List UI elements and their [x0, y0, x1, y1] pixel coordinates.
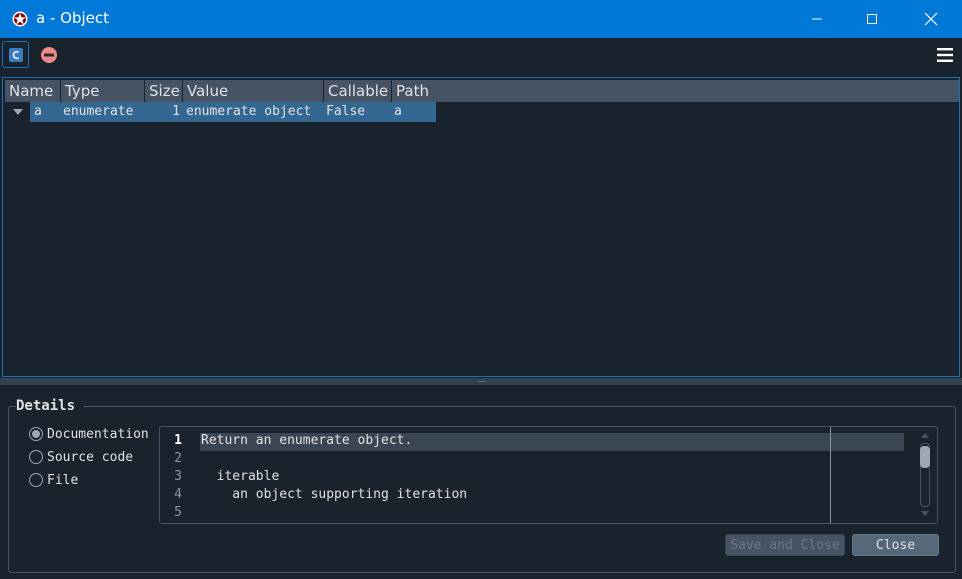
- app-logo-icon: [12, 11, 28, 27]
- scroll-up-arrow-icon[interactable]: [921, 433, 929, 438]
- toolbar: [0, 38, 962, 72]
- radio-documentation[interactable]: Documentation: [29, 425, 149, 443]
- object-tree[interactable]: Name Type Size Value Callable Path a enu…: [2, 77, 960, 377]
- radio-unchecked-icon: [29, 450, 43, 464]
- scroll-down-arrow-icon[interactable]: [921, 511, 929, 516]
- class-view-button[interactable]: [2, 41, 29, 68]
- documentation-editor[interactable]: 1 2 3 4 5 Return an enumerate object. it…: [159, 426, 938, 524]
- remove-button[interactable]: [38, 44, 60, 66]
- details-title: Details: [16, 398, 84, 414]
- column-header-value[interactable]: Value: [183, 80, 324, 102]
- radio-source-code[interactable]: Source code: [29, 448, 133, 466]
- edge-line-marker: [830, 427, 831, 523]
- tree-row[interactable]: a enumerate 1 enumerate object False a: [5, 102, 959, 122]
- radio-unchecked-icon: [29, 473, 43, 487]
- hamburger-menu-icon: [937, 48, 953, 62]
- class-view-icon: [8, 47, 23, 62]
- cell-name: a: [34, 104, 42, 119]
- tree-header: Name Type Size Value Callable Path: [5, 80, 959, 102]
- cell-value: enumerate object: [186, 104, 312, 119]
- code-line: Return an enumerate object.: [201, 433, 413, 448]
- close-icon: [924, 12, 938, 26]
- close-window-button[interactable]: [902, 0, 960, 38]
- code-line: an object supporting iteration: [201, 487, 468, 502]
- column-header-name[interactable]: Name: [5, 80, 61, 102]
- radio-label-source-code: Source code: [47, 449, 134, 465]
- line-number: 4: [174, 487, 182, 502]
- options-menu-button[interactable]: [934, 44, 956, 66]
- line-number: 3: [174, 469, 182, 484]
- column-header-size[interactable]: Size: [145, 80, 183, 102]
- column-header-callable[interactable]: Callable: [324, 80, 392, 102]
- scrollbar-thumb[interactable]: [920, 446, 930, 468]
- splitter-handle[interactable]: [0, 378, 962, 385]
- title-bar: a - Object: [0, 0, 962, 38]
- cell-callable: False: [326, 104, 366, 119]
- code-line: iterable: [201, 469, 280, 484]
- cell-type: enumerate: [63, 104, 134, 119]
- maximize-button[interactable]: [843, 0, 901, 38]
- cell-size: 1: [172, 104, 180, 119]
- window-title: a - Object: [36, 9, 109, 27]
- line-number: 2: [174, 451, 182, 466]
- collapse-arrow-icon[interactable]: [13, 109, 23, 115]
- save-and-close-button[interactable]: Save and Close: [725, 534, 845, 556]
- close-button[interactable]: Close: [852, 534, 939, 556]
- vertical-scrollbar[interactable]: [918, 431, 932, 519]
- radio-file[interactable]: File: [29, 471, 78, 489]
- line-number: 1: [174, 433, 182, 448]
- radio-label-file: File: [47, 472, 79, 488]
- splitter-grip: [478, 381, 486, 382]
- line-number-gutter: 1 2 3 4 5: [160, 427, 196, 523]
- remove-icon: [41, 47, 57, 63]
- line-number: 5: [174, 505, 182, 520]
- minimize-icon: [812, 18, 822, 20]
- radio-label-documentation: Documentation: [47, 426, 149, 442]
- radio-dot: [32, 430, 40, 438]
- radio-checked-icon: [29, 427, 43, 441]
- cell-path: a: [394, 104, 402, 119]
- column-header-type[interactable]: Type: [61, 80, 145, 102]
- column-header-path[interactable]: Path: [392, 80, 959, 102]
- maximize-icon: [867, 14, 877, 24]
- minimize-button[interactable]: [788, 0, 846, 38]
